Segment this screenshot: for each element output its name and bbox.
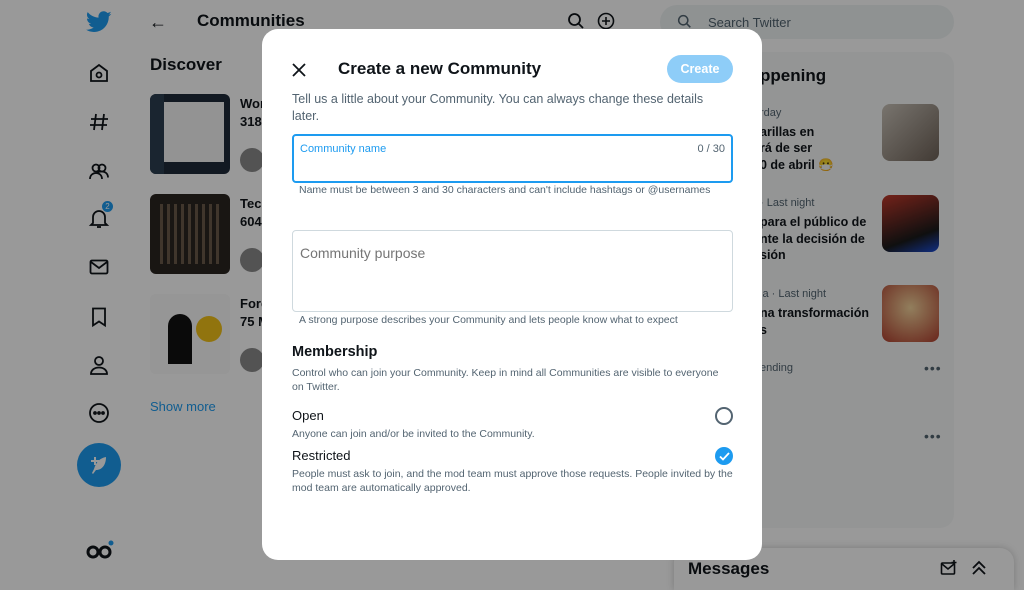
membership-description: Control who can join your Community. Kee… (292, 367, 719, 393)
option-open-radio[interactable] (715, 407, 733, 425)
dialog-title: Create a new Community (338, 59, 542, 78)
community-purpose-input[interactable] (300, 245, 720, 305)
option-restricted-label[interactable]: Restricted (292, 448, 351, 463)
community-name-input[interactable] (300, 158, 720, 178)
community-name-field[interactable]: Community name 0 / 30 (292, 134, 733, 183)
dialog-intro-text: Tell us a little about your Community. Y… (292, 92, 704, 123)
community-purpose-field[interactable] (292, 230, 733, 312)
close-button[interactable] (285, 56, 313, 84)
option-restricted-radio[interactable] (715, 447, 733, 465)
create-button[interactable]: Create (667, 55, 733, 83)
option-open-label[interactable]: Open (292, 408, 324, 423)
option-open-description: Anyone can join and/or be invited to the… (292, 428, 535, 440)
community-purpose-help: A strong purpose describes your Communit… (299, 314, 678, 326)
membership-heading: Membership (292, 344, 378, 360)
community-name-help: Name must be between 3 and 30 characters… (299, 184, 711, 196)
checkmark-icon (718, 451, 730, 461)
create-community-dialog: Create a new Community Create Tell us a … (262, 29, 762, 560)
option-restricted-description: People must ask to join, and the mod tea… (292, 468, 733, 494)
community-name-label: Community name (300, 143, 387, 155)
close-icon (292, 63, 306, 77)
character-counter: 0 / 30 (697, 143, 725, 155)
